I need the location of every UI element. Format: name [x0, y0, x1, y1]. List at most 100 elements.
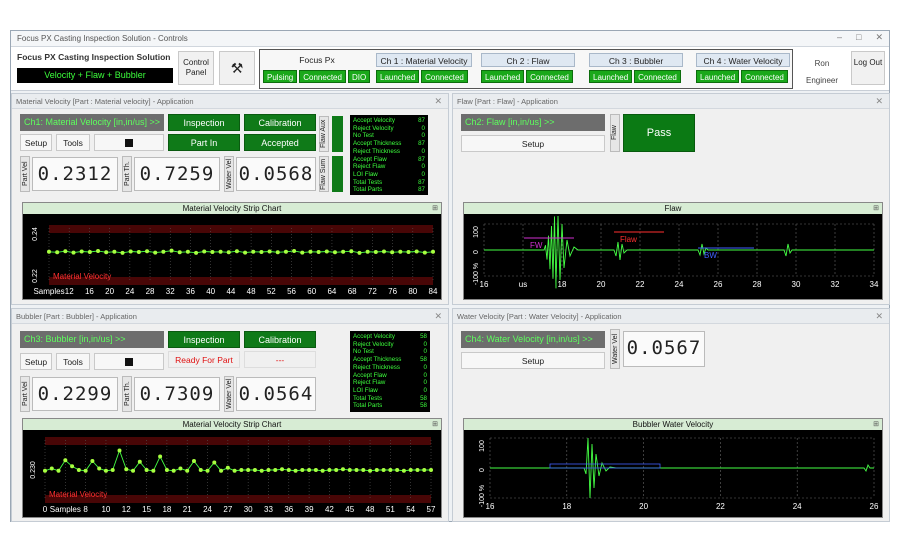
close-icon[interactable]: ✕ [875, 32, 883, 43]
data-point [110, 468, 115, 472]
data-point [210, 250, 215, 255]
close-icon[interactable]: ✕ [875, 309, 883, 324]
data-point [137, 459, 142, 464]
data-point [226, 250, 231, 255]
x-tick-label: 36 [186, 287, 195, 296]
ch4-status[interactable]: Ch 4 : Water Velocity Launched Connected [696, 53, 790, 83]
maximize-icon[interactable]: ⊞ [873, 419, 879, 430]
led-dio: DIO [347, 70, 371, 83]
ch1-status[interactable]: Ch 1 : Material Velocity Launched Connect… [376, 53, 472, 83]
led-launched: Launched [589, 70, 633, 83]
gate-label-flaw: Flaw [620, 235, 637, 244]
data-point [357, 250, 362, 255]
setup-button[interactable]: Setup [461, 135, 605, 152]
stat-value: 0 [421, 163, 425, 171]
setup-button[interactable]: Setup [20, 353, 52, 370]
data-point [293, 468, 298, 473]
data-point [341, 249, 346, 254]
channel-selector[interactable]: Ch1: Material Velocity [in,in/us] >> [20, 114, 164, 131]
setup-button[interactable]: Setup [20, 134, 52, 151]
app-name: Focus PX Casting Inspection Solution [17, 52, 171, 62]
stop-button[interactable] [94, 353, 164, 370]
led-connected: Connected [421, 70, 468, 83]
part-vel-readout: 0.2312 [32, 157, 118, 191]
led-pulsing: Pulsing [263, 70, 298, 83]
water-vel-label: Water Vel [610, 329, 620, 369]
control-panel-button[interactable]: Control Panel [178, 51, 214, 85]
x-tick-label: 60 [307, 287, 316, 296]
chart-title: Flaw [664, 204, 682, 213]
maximize-icon[interactable]: ⊞ [873, 203, 879, 214]
user-role: Engineer [805, 76, 839, 85]
x-tick-label: Samples [50, 505, 81, 514]
tools-button[interactable]: Tools [56, 134, 90, 151]
calibration-button[interactable]: Calibration [244, 331, 316, 348]
data-point [246, 468, 251, 472]
data-point [349, 249, 354, 254]
data-point [251, 249, 256, 254]
stat-value: 0 [421, 147, 425, 155]
x-tick-label: Samples [33, 287, 64, 296]
inspection-button[interactable]: Inspection [168, 331, 240, 348]
x-tick-label: 30 [792, 280, 801, 289]
stat-row: Reject Thickness 0 [353, 148, 425, 156]
data-point [185, 249, 190, 254]
mode-display: Velocity + Flaw + Bubbler [17, 68, 173, 83]
x-tick-label: 18 [162, 505, 171, 514]
stat-row: Reject Velocity 0 [353, 341, 427, 349]
water-vel-label: Water Vel [224, 376, 234, 412]
setup-button[interactable]: Setup [461, 352, 605, 369]
maximize-icon[interactable]: ⊞ [432, 419, 438, 430]
part-th-label: Part Th. [122, 376, 132, 412]
tools-button[interactable]: Tools [56, 353, 90, 370]
x-tick-label: 18 [558, 280, 567, 289]
minimize-icon[interactable]: – [837, 32, 842, 43]
y-tick-label: 100 [473, 226, 480, 238]
close-icon[interactable]: ✕ [875, 94, 883, 109]
channel-selector[interactable]: Ch2: Flaw [in,in/us] >> [461, 114, 605, 131]
flaw-sum-label: Flaw Sum [319, 156, 329, 192]
maximize-icon[interactable]: □ [856, 32, 861, 43]
data-point [373, 250, 378, 255]
mv-strip-chart: Material Velocity Strip Chart ⊞ Samples 12… [22, 202, 442, 300]
ch3-status[interactable]: Ch 3 : Bubbler Launched Connected [589, 53, 683, 83]
stat-label: Total Parts [353, 186, 383, 194]
x-tick-label: 32 [831, 280, 840, 289]
logout-button[interactable]: Log Out [851, 51, 885, 85]
calibration-button[interactable]: Calibration [244, 114, 316, 131]
data-point [103, 468, 108, 473]
data-point [87, 250, 92, 255]
data-point [275, 250, 280, 255]
x-tick-label: 20 [639, 502, 648, 511]
stop-button[interactable] [94, 134, 164, 151]
data-point [243, 250, 248, 255]
led-launched: Launched [696, 70, 740, 83]
mv-stats-panel: Accept Velocity 87 Reject Velocity 0 No Test… [350, 115, 428, 195]
inspection-button[interactable]: Inspection [168, 114, 240, 131]
x-tick-label: 20 [105, 287, 114, 296]
y-tick-label: -100 % [479, 485, 486, 507]
y-tick-label: 0.22 [32, 269, 39, 283]
data-point [194, 250, 199, 255]
led-connected: Connected [299, 70, 346, 83]
x-tick-label: 8 [83, 505, 88, 514]
stat-label: Reject Velocity [353, 340, 394, 348]
stat-value: 87 [418, 117, 425, 124]
maximize-icon[interactable]: ⊞ [432, 203, 438, 214]
stat-value: 0 [423, 363, 427, 371]
data-point [327, 468, 332, 472]
stat-label: Accept Velocity [353, 333, 395, 340]
tools-button[interactable]: ⚒ [219, 51, 255, 85]
channel-selector[interactable]: Ch4: Water Velocity [in,in/us] >> [461, 331, 605, 348]
channel-selector[interactable]: Ch3: Bubbler [in,in/us] >> [20, 331, 164, 348]
x-tick-label: 48 [247, 287, 256, 296]
series-label: Material Velocity [49, 490, 107, 499]
stat-row: Accept Flaw 0 [353, 372, 427, 380]
close-icon[interactable]: ✕ [434, 94, 442, 109]
data-point [97, 466, 102, 471]
x-tick-label: 45 [345, 505, 354, 514]
led-launched: Launched [481, 70, 525, 83]
series-label: Material Velocity [53, 272, 111, 281]
close-icon[interactable]: ✕ [434, 309, 442, 324]
ch2-status[interactable]: Ch 2 : Flaw Launched Connected [481, 53, 575, 83]
